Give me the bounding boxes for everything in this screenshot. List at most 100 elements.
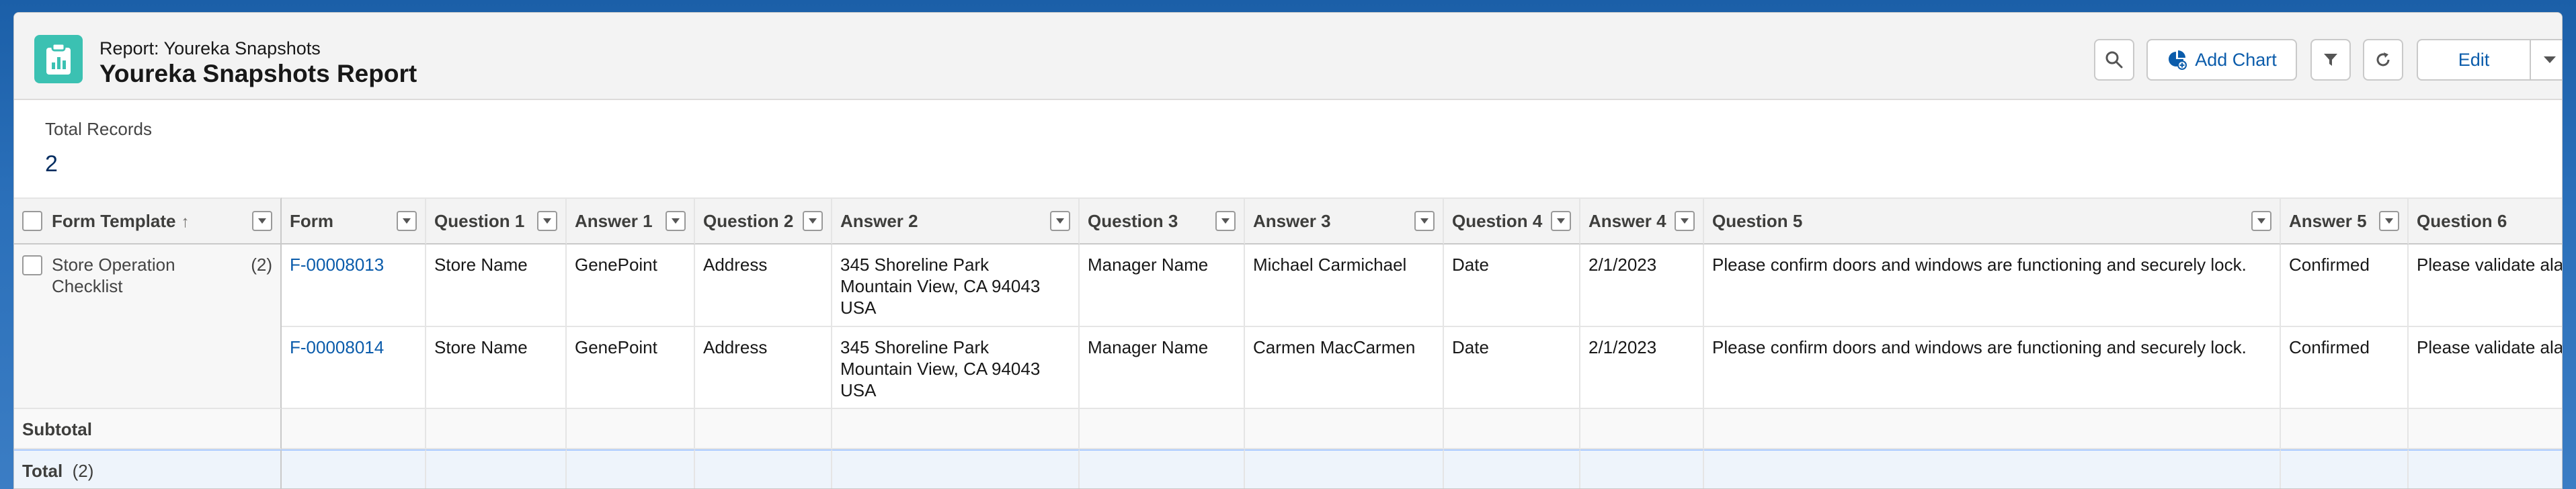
column-menu-button[interactable] bbox=[537, 211, 557, 231]
cell-text: Carmen MacCarmen bbox=[1253, 337, 1416, 357]
column-menu-button[interactable] bbox=[1050, 211, 1070, 231]
table-cell: 2/1/2023 bbox=[1580, 244, 1704, 327]
subtotal-label: Subtotal bbox=[22, 419, 92, 439]
column-menu-button[interactable] bbox=[397, 211, 417, 231]
cell-text: GenePoint bbox=[575, 337, 657, 357]
total-cell bbox=[2281, 449, 2409, 488]
column-header-form[interactable]: Form bbox=[282, 197, 426, 244]
total-cell bbox=[1704, 449, 2281, 488]
total-cell bbox=[426, 449, 567, 488]
subtotal-cell bbox=[832, 409, 1080, 449]
edit-button[interactable]: Edit bbox=[2417, 39, 2531, 81]
column-menu-button[interactable] bbox=[1414, 211, 1435, 231]
edit-menu-button[interactable] bbox=[2530, 39, 2562, 81]
form-link[interactable]: F-00008014 bbox=[290, 337, 417, 358]
column-header-answer-5[interactable]: Answer 5 bbox=[2281, 197, 2409, 244]
cell-text: Please validate alar bbox=[2417, 337, 2563, 357]
cell-text: 2/1/2023 bbox=[1588, 255, 1657, 275]
edit-label: Edit bbox=[2458, 49, 2490, 70]
chevron-down-icon bbox=[1420, 218, 1428, 224]
group-label: Store Operation Checklist bbox=[52, 255, 175, 296]
cell-text: Address bbox=[703, 337, 768, 357]
column-header-label: Answer 3 bbox=[1253, 210, 1331, 231]
column-header-answer-1[interactable]: Answer 1 bbox=[567, 197, 695, 244]
column-menu-button[interactable] bbox=[1551, 211, 1571, 231]
column-header-question-3[interactable]: Question 3 bbox=[1080, 197, 1245, 244]
group-checkbox[interactable] bbox=[22, 255, 42, 275]
report-frame: Report: Youreka Snapshots Youreka Snapsh… bbox=[13, 12, 2563, 489]
column-menu-button[interactable] bbox=[1675, 211, 1695, 231]
cell-text: Date bbox=[1452, 337, 1489, 357]
column-header-question-4[interactable]: Question 4 bbox=[1444, 197, 1580, 244]
cell-text: USA bbox=[840, 298, 877, 318]
total-records-label: Total Records bbox=[45, 119, 152, 139]
search-button[interactable] bbox=[2094, 39, 2134, 81]
cell-text: 345 Shoreline Park bbox=[840, 255, 990, 275]
cell-text: 2/1/2023 bbox=[1588, 337, 1657, 357]
column-menu-button[interactable] bbox=[2251, 211, 2271, 231]
subtotal-cell bbox=[1245, 409, 1444, 449]
table-cell: GenePoint bbox=[567, 244, 695, 327]
subtotal-cell bbox=[426, 409, 567, 449]
filter-icon bbox=[2324, 54, 2337, 66]
column-header-question-6[interactable]: Question 6 bbox=[2409, 197, 2562, 244]
table-cell: Confirmed bbox=[2281, 327, 2409, 409]
table-cell: Store Name bbox=[426, 327, 567, 409]
column-menu-button[interactable] bbox=[803, 211, 823, 231]
total-label: Total bbox=[22, 461, 63, 481]
table-cell: Manager Name bbox=[1080, 327, 1245, 409]
cell-text: Mountain View, CA 94043 bbox=[840, 359, 1041, 379]
form-link[interactable]: F-00008013 bbox=[290, 254, 417, 275]
subtotal-cell bbox=[1704, 409, 2281, 449]
column-header-answer-4[interactable]: Answer 4 bbox=[1580, 197, 1704, 244]
column-menu-button[interactable] bbox=[2379, 211, 2399, 231]
column-header-label: Question 2 bbox=[703, 210, 794, 231]
add-chart-button[interactable]: Add Chart bbox=[2146, 39, 2297, 81]
cell-text: Please validate alar bbox=[2417, 255, 2563, 275]
total-cell bbox=[2409, 449, 2562, 488]
column-header-label: Answer 5 bbox=[2289, 210, 2367, 231]
column-menu-button[interactable] bbox=[666, 211, 686, 231]
total-label-cell: Total (2) bbox=[14, 449, 282, 488]
column-header-label: Question 1 bbox=[434, 210, 525, 231]
refresh-button[interactable] bbox=[2363, 39, 2403, 81]
report-icon bbox=[34, 35, 83, 83]
table-cell[interactable]: F-00008013 bbox=[282, 244, 426, 327]
column-header-question-2[interactable]: Question 2 bbox=[695, 197, 832, 244]
cell-text: Confirmed bbox=[2289, 337, 2370, 357]
column-header-question-5[interactable]: Question 5 bbox=[1704, 197, 2281, 244]
page-title: Youreka Snapshots Report bbox=[99, 60, 417, 87]
column-header-label: Question 4 bbox=[1452, 210, 1543, 231]
sort-ascending-icon: ↑ bbox=[181, 212, 190, 231]
table-cell[interactable]: F-00008014 bbox=[282, 327, 426, 409]
cell-text: Store Name bbox=[434, 255, 528, 275]
table-cell: 345 Shoreline Park Mountain View, CA 9404… bbox=[832, 244, 1080, 327]
table-cell: Address bbox=[695, 244, 832, 327]
group-count: (2) bbox=[251, 255, 272, 275]
table-cell: Please confirm doors and windows are fun… bbox=[1704, 244, 2281, 327]
column-header-question-1[interactable]: Question 1 bbox=[426, 197, 567, 244]
column-menu-button[interactable] bbox=[252, 211, 272, 231]
table-cell: Please confirm doors and windows are fun… bbox=[1704, 327, 2281, 409]
add-chart-icon bbox=[2169, 50, 2187, 70]
table-cell: Address bbox=[695, 327, 832, 409]
column-header-form-template[interactable]: Form Template ↑ bbox=[14, 197, 282, 244]
chevron-down-icon bbox=[543, 218, 551, 224]
subtotal-cell bbox=[2409, 409, 2562, 449]
cell-text: Store Name bbox=[434, 337, 528, 357]
subtotal-cell bbox=[695, 409, 832, 449]
total-cell bbox=[695, 449, 832, 488]
column-header-answer-2[interactable]: Answer 2 bbox=[832, 197, 1080, 244]
column-header-label: Question 6 bbox=[2417, 210, 2507, 231]
table-cell: Manager Name bbox=[1080, 244, 1245, 327]
table-cell: Carmen MacCarmen bbox=[1245, 327, 1444, 409]
total-records-value: 2 bbox=[45, 151, 58, 177]
select-all-checkbox[interactable] bbox=[22, 211, 42, 231]
table-cell: Date bbox=[1444, 244, 1580, 327]
column-menu-button[interactable] bbox=[1215, 211, 1236, 231]
column-header-answer-3[interactable]: Answer 3 bbox=[1245, 197, 1444, 244]
filter-button[interactable] bbox=[2310, 39, 2351, 81]
table-cell: Store Name bbox=[426, 244, 567, 327]
table-cell: Michael Carmichael bbox=[1245, 244, 1444, 327]
cell-text: 345 Shoreline Park bbox=[840, 337, 990, 357]
